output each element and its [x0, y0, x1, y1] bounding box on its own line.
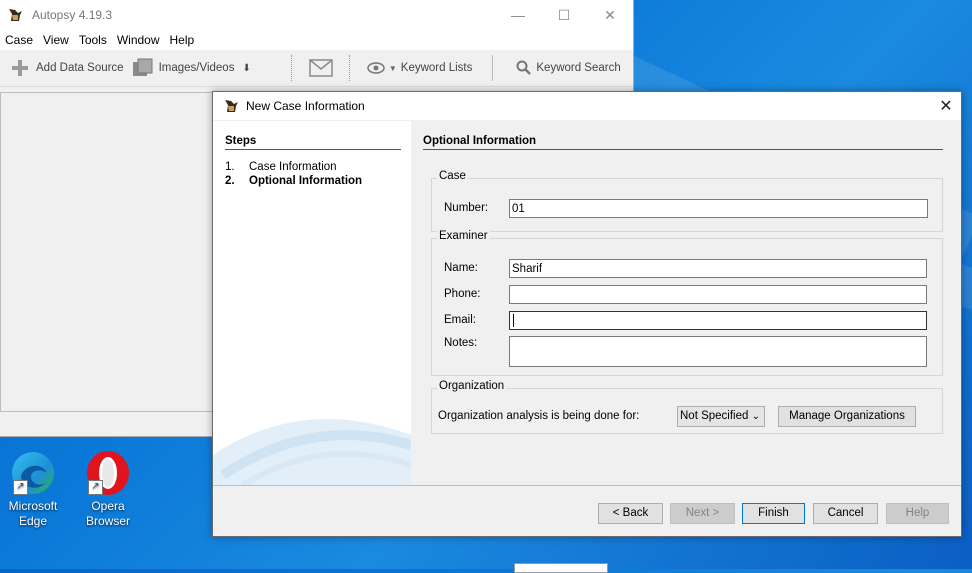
phone-label: Phone:: [444, 288, 481, 300]
images-icon: [132, 58, 153, 76]
images-videos-button[interactable]: Images/Videos ⬇: [132, 58, 251, 78]
dialog-title: New Case Information: [246, 99, 365, 113]
email-label: Email:: [444, 314, 476, 326]
menu-window[interactable]: Window: [112, 33, 165, 47]
next-button[interactable]: Next >: [670, 503, 735, 524]
step-label: Case Information: [249, 161, 337, 173]
partial-window-fragment: [514, 563, 608, 573]
desktop-icon-label: Microsoft: [8, 499, 58, 513]
footer-divider: [213, 485, 961, 486]
examiner-phone-field[interactable]: [509, 285, 927, 304]
organization-selected: Not Specified: [680, 410, 749, 422]
chevron-down-icon: ⌄: [751, 411, 760, 422]
toolbar-separator: [348, 55, 351, 81]
dialog-titlebar: New Case Information ✕: [213, 92, 961, 120]
step-number: 1.: [225, 161, 235, 173]
menu-case[interactable]: Case: [0, 33, 38, 47]
autopsy-dog-icon: [225, 100, 238, 112]
desktop-icon-label: Browser: [85, 514, 130, 528]
organization-select[interactable]: Not Specified ⌄: [677, 406, 765, 427]
divider: [225, 149, 401, 150]
help-button[interactable]: Help: [886, 503, 949, 524]
organization-group-title: Organization: [437, 380, 507, 392]
keyword-lists-button[interactable]: ▼ Keyword Lists: [367, 62, 473, 74]
case-group: Case Number: 01: [431, 170, 943, 232]
keyword-search-label: Keyword Search: [536, 62, 621, 74]
examiner-group-title: Examiner: [437, 230, 490, 242]
notes-label: Notes:: [444, 337, 478, 349]
chevron-down-icon: ⬇: [242, 62, 251, 74]
add-data-source-button[interactable]: Add Data Source: [10, 58, 124, 78]
menu-help[interactable]: Help: [165, 33, 200, 47]
steps-heading: Steps: [225, 135, 257, 147]
panel-heading: Optional Information: [423, 135, 537, 147]
examiner-group: Examiner Name: Sharif Phone: Email: Note…: [431, 230, 943, 376]
maximize-button[interactable]: ☐: [541, 0, 587, 30]
dialog-close-button[interactable]: ✕: [931, 96, 961, 116]
toolbar-separator: [492, 55, 494, 81]
divider: [423, 149, 943, 150]
number-label: Number:: [444, 202, 489, 214]
finish-button[interactable]: Finish: [742, 503, 805, 524]
case-number-field[interactable]: 01: [509, 199, 928, 218]
images-videos-label: Images/Videos: [158, 62, 235, 74]
steps-panel: Steps 1. Case Information 2. Optional Info…: [213, 121, 411, 485]
examiner-notes-field[interactable]: [509, 336, 927, 367]
main-toolbar: Add Data Source Images/Videos ⬇ ▼ Keywor…: [0, 50, 633, 87]
search-icon: [516, 60, 532, 75]
name-label: Name:: [444, 262, 478, 274]
menu-view[interactable]: View: [38, 33, 74, 47]
desktop-icon-edge[interactable]: ↗ Microsoft Edge: [1, 449, 65, 529]
new-case-dialog: New Case Information ✕ Steps 1. Case Info…: [212, 91, 962, 537]
organization-group: Organization Organization analysis is be…: [431, 380, 943, 434]
eye-icon: [367, 62, 385, 74]
text-cursor: [513, 314, 514, 328]
opera-icon: ↗: [84, 449, 132, 497]
autopsy-dog-icon: [9, 9, 22, 21]
wizard-decoration: [213, 419, 411, 485]
shortcut-arrow-icon: ↗: [88, 480, 103, 495]
optional-information-panel: Optional Information Case Number: 01 Exa…: [411, 121, 961, 485]
email-button[interactable]: [309, 59, 333, 77]
desktop-icon-label: Edge: [18, 514, 48, 528]
tree-panel[interactable]: [0, 92, 214, 412]
add-data-source-label: Add Data Source: [36, 62, 124, 74]
organization-analysis-label: Organization analysis is being done for:: [438, 410, 640, 422]
step-label: Optional Information: [249, 175, 363, 187]
back-button[interactable]: < Back: [598, 503, 663, 524]
manage-organizations-button[interactable]: Manage Organizations: [778, 406, 916, 427]
shortcut-arrow-icon: ↗: [13, 480, 28, 495]
toolbar-separator: [290, 55, 293, 81]
menu-tools[interactable]: Tools: [74, 33, 112, 47]
keyword-lists-label: Keyword Lists: [400, 62, 473, 74]
main-window-title: Autopsy 4.19.3: [32, 8, 113, 22]
step-number: 2.: [225, 175, 235, 187]
cancel-button[interactable]: Cancel: [813, 503, 878, 524]
edge-icon: ↗: [9, 449, 57, 497]
dropdown-arrow-icon: ▼: [388, 63, 397, 73]
case-group-title: Case: [437, 170, 468, 182]
desktop-icon-opera[interactable]: ↗ Opera Browser: [76, 449, 140, 529]
examiner-email-field[interactable]: [509, 311, 927, 330]
menu-bar: Case View Tools Window Help: [0, 30, 633, 50]
step-case-information: 1. Case Information: [225, 161, 337, 173]
desktop-icon-label: Opera: [91, 499, 125, 513]
main-titlebar: Autopsy 4.19.3 — ☐ ✕: [0, 0, 633, 30]
envelope-icon: [309, 59, 333, 77]
plus-icon: [12, 60, 28, 76]
step-optional-information: 2. Optional Information: [225, 175, 362, 187]
keyword-search-button[interactable]: Keyword Search: [516, 60, 621, 76]
close-button[interactable]: ✕: [587, 0, 633, 30]
minimize-button[interactable]: —: [495, 0, 541, 30]
examiner-name-field[interactable]: Sharif: [509, 259, 927, 278]
